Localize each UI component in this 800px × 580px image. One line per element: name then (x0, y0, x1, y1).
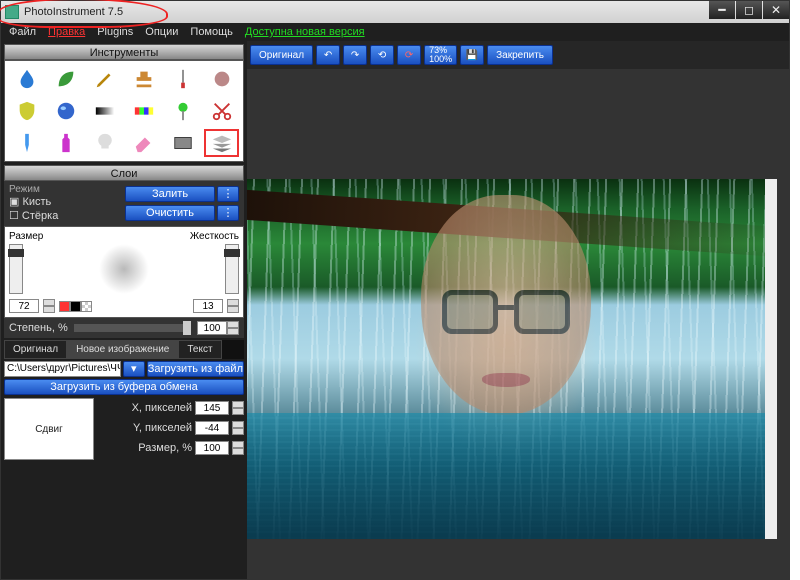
tab-original[interactable]: Оригинал (4, 340, 67, 359)
menu-edit[interactable]: Правка (48, 26, 85, 38)
color-swatches[interactable] (59, 301, 92, 312)
menu-update-link[interactable]: Доступна новая версия (245, 26, 365, 38)
y-input[interactable] (195, 421, 229, 435)
minimize-button[interactable]: ━ (709, 1, 735, 19)
menu-options[interactable]: Опции (145, 26, 178, 38)
tool-scissors[interactable] (204, 97, 239, 125)
app-window: PhotoInstrument 7.5 ━ ◻ ✕ Файл Правка Pl… (0, 0, 790, 580)
clear-button[interactable]: Очистить (125, 205, 215, 221)
close-button[interactable]: ✕ (763, 1, 789, 19)
brush-preview (23, 244, 225, 294)
pin-button[interactable]: Закрепить (487, 45, 553, 65)
tool-gradient-color[interactable] (126, 97, 161, 125)
tool-marker[interactable] (9, 129, 44, 157)
mode-label: Режим (9, 184, 58, 195)
save-button[interactable]: 💾 (460, 45, 484, 65)
tool-bottle[interactable] (48, 129, 83, 157)
hardness-spinner[interactable] (227, 299, 239, 313)
hardness-slider[interactable] (225, 244, 239, 294)
sidebar: Инструменты (1, 41, 247, 579)
tool-sphere[interactable] (48, 97, 83, 125)
tools-palette (4, 60, 244, 162)
maximize-button[interactable]: ◻ (736, 1, 762, 19)
mode-eraser-radio[interactable]: ☐ Стёрка (9, 209, 58, 223)
rotate-right-button[interactable]: ⟳ (397, 45, 421, 65)
x-spinner[interactable] (232, 401, 244, 415)
mode-brush-radio[interactable]: ▣ Кисть (9, 195, 58, 209)
size-pct-label: Размер, % (138, 442, 192, 454)
x-input[interactable] (195, 401, 229, 415)
tool-eraser[interactable] (126, 129, 161, 157)
tool-bulb[interactable] (87, 129, 122, 157)
app-icon (5, 5, 19, 19)
tool-layers[interactable] (204, 129, 239, 157)
menu-file[interactable]: Файл (9, 26, 36, 38)
load-file-button[interactable]: Загрузить из файл (147, 361, 244, 377)
tools-panel-title: Инструменты (4, 44, 244, 60)
titlebar[interactable]: PhotoInstrument 7.5 ━ ◻ ✕ (1, 1, 789, 23)
file-path-input[interactable]: C:\Users\друг\Pictures\ЧЧЧ.P (4, 361, 121, 377)
fill-button[interactable]: Залить (125, 186, 215, 202)
size-pct-input[interactable] (195, 441, 229, 455)
degree-spinner[interactable] (227, 321, 239, 335)
x-label: X, пикселей (132, 402, 192, 414)
tool-stamp[interactable] (126, 65, 161, 93)
menu-plugins[interactable]: Plugins (97, 26, 133, 38)
app-title: PhotoInstrument 7.5 (24, 6, 123, 18)
fill-options-button[interactable]: ⋮ (217, 186, 239, 202)
size-pct-spinner[interactable] (232, 441, 244, 455)
size-slider[interactable] (9, 244, 23, 294)
tool-drop[interactable] (9, 65, 44, 93)
hardness-label: Жесткость (190, 231, 239, 242)
tool-pencil[interactable] (87, 65, 122, 93)
tool-gradient-bw[interactable] (87, 97, 122, 125)
tab-new-image[interactable]: Новое изображение (67, 340, 178, 359)
degree-input[interactable] (197, 321, 227, 335)
tool-leaf[interactable] (48, 65, 83, 93)
original-button[interactable]: Оригинал (250, 45, 313, 65)
tool-smudge[interactable] (204, 65, 239, 93)
menu-help[interactable]: Помощь (190, 26, 233, 38)
redo-button[interactable]: ↷ (343, 45, 367, 65)
file-dropdown-button[interactable]: ▾ (123, 361, 145, 377)
menubar: Файл Правка Plugins Опции Помощь Доступн… (1, 23, 789, 41)
image-face-overlay (396, 195, 616, 465)
canvas-image[interactable] (247, 179, 777, 539)
tool-pin[interactable] (165, 97, 200, 125)
undo-button[interactable]: ↶ (316, 45, 340, 65)
rotate-left-button[interactable]: ⟲ (370, 45, 394, 65)
degree-label: Степень, % (9, 322, 68, 334)
zoom-indicator[interactable]: 73% 100% (424, 45, 457, 65)
tool-brush[interactable] (165, 65, 200, 93)
degree-slider[interactable] (74, 324, 191, 332)
size-input[interactable] (9, 299, 39, 313)
layers-panel-title: Слои (4, 165, 244, 181)
shift-preview[interactable]: Сдвиг (4, 398, 94, 460)
size-spinner[interactable] (43, 299, 55, 313)
clear-options-button[interactable]: ⋮ (217, 205, 239, 221)
y-label: Y, пикселей (133, 422, 192, 434)
y-spinner[interactable] (232, 421, 244, 435)
viewport[interactable] (247, 69, 789, 579)
load-clipboard-button[interactable]: Загрузить из буфера обмена (4, 379, 244, 395)
size-label: Размер (9, 231, 43, 242)
tab-text[interactable]: Текст (178, 340, 221, 359)
canvas-area: Оригинал ↶ ↷ ⟲ ⟳ 73% 100% 💾 Закрепить (247, 41, 789, 579)
hardness-input[interactable] (193, 299, 223, 313)
tool-shield[interactable] (9, 97, 44, 125)
tool-pattern[interactable] (165, 129, 200, 157)
top-toolbar: Оригинал ↶ ↷ ⟲ ⟳ 73% 100% 💾 Закрепить (247, 41, 789, 69)
